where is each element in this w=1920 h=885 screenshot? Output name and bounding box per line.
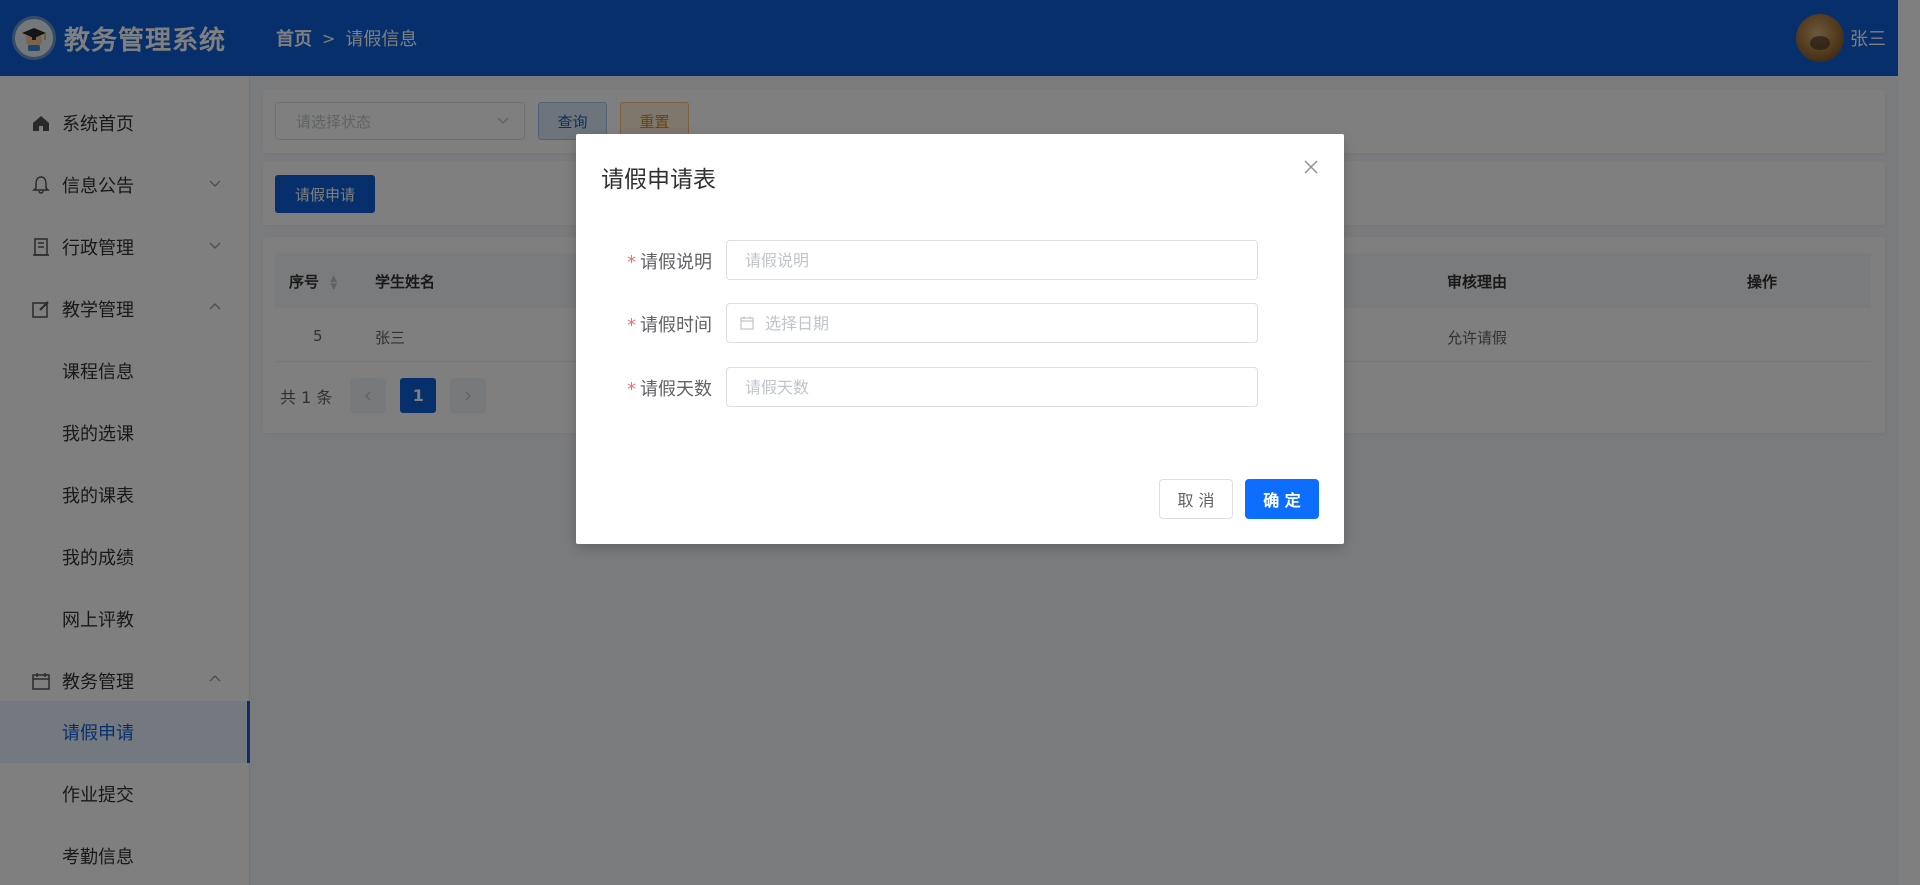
confirm-button[interactable]: 确 定 <box>1245 479 1319 519</box>
description-label: * 请假说明 <box>627 252 712 273</box>
time-label: * 请假时间 <box>627 315 712 336</box>
form-row-time: * 请假时间 <box>576 303 1344 343</box>
days-input[interactable] <box>726 367 1258 407</box>
form-row-days: * 请假天数 <box>576 367 1344 407</box>
dialog-title: 请假申请表 <box>601 167 716 193</box>
close-icon[interactable] <box>1302 158 1320 176</box>
date-picker-input[interactable] <box>726 303 1258 343</box>
calendar-icon <box>739 315 755 331</box>
description-input[interactable] <box>726 240 1258 280</box>
leave-request-dialog: 请假申请表 *请假说明 *请假时间 *请假天数 取 消 确 定 <box>576 134 1344 544</box>
days-label: * 请假天数 <box>627 379 712 400</box>
form-row-description: * 请假说明 <box>576 240 1344 280</box>
cancel-button[interactable]: 取 消 <box>1159 479 1233 519</box>
